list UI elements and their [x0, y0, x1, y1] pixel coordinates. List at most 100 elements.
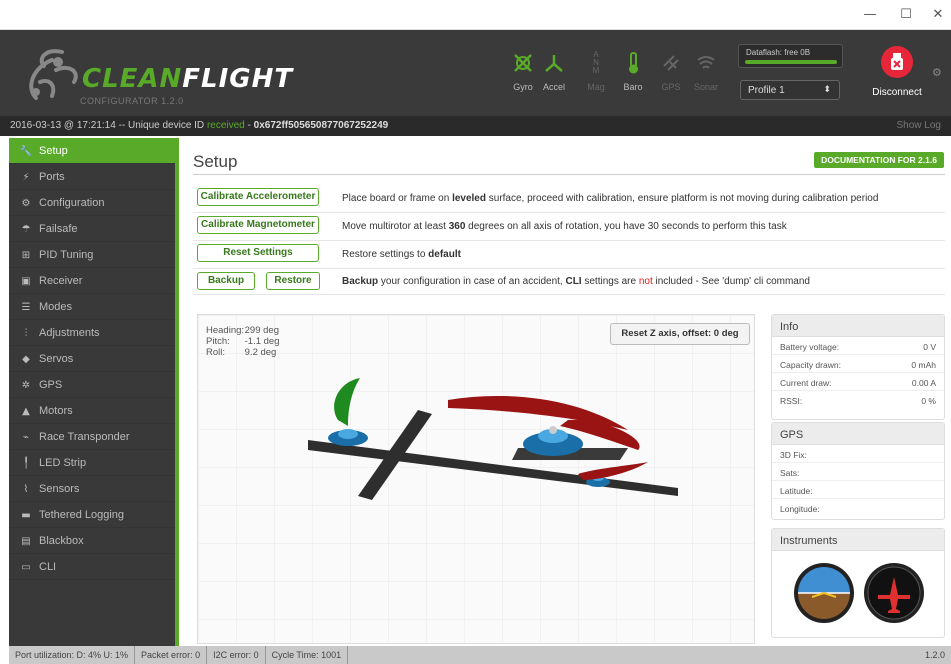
backup-description: Backup your configuration in case of an … [342, 276, 810, 287]
profile-select[interactable]: Profile 1 ⬍ [740, 80, 840, 100]
roll-value: 9.2 deg [244, 347, 277, 358]
dataflash-indicator: Dataflash: free 0B [738, 44, 843, 68]
page-title: Setup [193, 152, 238, 171]
status-separator: - [244, 120, 254, 131]
blackbox-icon: ▤ [21, 536, 31, 547]
calibrate-magnetometer-button[interactable]: Calibrate Magnetometer [197, 216, 319, 234]
heading-indicator-icon [864, 563, 924, 623]
sidebar-item-race-transponder[interactable]: ⌁ Race Transponder [9, 424, 175, 450]
desc-text: Place board or frame on [342, 193, 453, 204]
version-label: 1.2.0 [924, 650, 945, 660]
sidebar-item-cli[interactable]: ▭ CLI [9, 554, 175, 580]
sidebar-item-adjustments[interactable]: ⫶ Adjustments [9, 320, 175, 346]
reset-description: Restore settings to default [342, 249, 461, 260]
packet-error: Packet error: 0 [135, 646, 208, 664]
sidebar-item-ports[interactable]: ⚡ Ports [9, 164, 175, 190]
sidebar-item-gps[interactable]: ✲ GPS [9, 372, 175, 398]
sidebar-item-setup[interactable]: 🔧 Setup [9, 138, 175, 164]
row-divider [193, 212, 945, 213]
desc-bold: leveled [452, 193, 486, 204]
documentation-button[interactable]: DOCUMENTATION FOR 2.1.6 [814, 152, 944, 168]
calibrate-acc-description: Place board or frame on leveled surface,… [342, 193, 878, 204]
sidebar-item-label: Blackbox [39, 535, 84, 547]
disconnect-label: Disconnect [872, 87, 922, 98]
motor-icon: ▲ [22, 406, 30, 417]
sidebar-item-led-strip[interactable]: ╿ LED Strip [9, 450, 175, 476]
sidebar-item-modes[interactable]: ☰ Modes [9, 294, 175, 320]
disconnect-button[interactable]: Disconnect [866, 46, 928, 112]
reset-settings-button[interactable]: Reset Settings [197, 244, 319, 262]
info-label: Current draw: [780, 378, 832, 388]
sidebar-item-servos[interactable]: ◆ Servos [9, 346, 175, 372]
led-icon: ╿ [22, 458, 30, 469]
heading-value: 299 deg [244, 325, 279, 336]
sidebar-item-label: Adjustments [39, 327, 100, 339]
sidebar-item-motors[interactable]: ▲ Motors [9, 398, 175, 424]
dataflash-label: Dataflash: free 0B [746, 48, 811, 57]
maximize-button[interactable]: ☐ [896, 6, 916, 24]
sidebar-item-label: CLI [39, 561, 57, 573]
row-divider [193, 294, 945, 295]
desc-red: not [638, 276, 653, 287]
satellite-icon: ✲ [21, 380, 31, 391]
gps-label: Sats: [780, 468, 800, 478]
desc-text: included - See 'dump' cli command [652, 276, 810, 287]
logo-text: CLEANFLIGHT [82, 64, 293, 94]
status-timestamp: 2016-03-13 @ 17:21:14 -- Unique device I… [10, 120, 207, 131]
pitch-label: Pitch: [206, 336, 230, 347]
reset-z-axis-button[interactable]: Reset Z axis, offset: 0 deg [610, 323, 750, 345]
desc-text: surface, proceed with calibration, ensur… [485, 193, 879, 204]
info-label: Capacity drawn: [780, 360, 841, 370]
servo-icon: ◆ [22, 354, 30, 365]
sidebar-item-blackbox[interactable]: ▤ Blackbox [9, 528, 175, 554]
logo: CLEANFLIGHT CONFIGURATOR 1.2.0 [22, 38, 292, 108]
sensor-gps-label: GPS [661, 82, 681, 92]
usb-icon [881, 46, 913, 78]
sensor-gyro: Gyro [509, 48, 537, 100]
dataflash-bar [745, 60, 837, 64]
gps-panel-title: GPS [772, 423, 944, 445]
gps-label: Longitude: [780, 504, 820, 514]
backup-button[interactable]: Backup [197, 272, 255, 290]
close-button[interactable]: ✕ [928, 6, 948, 24]
sidebar-item-tethered-logging[interactable]: ▬ Tethered Logging [9, 502, 175, 528]
restore-button[interactable]: Restore [266, 272, 320, 290]
sidebar-item-receiver[interactable]: ▣ Receiver [9, 268, 175, 294]
sidebar: 🔧 Setup ⚡ Ports ⚙ Configuration ☂ Failsafe ⊞… [9, 138, 175, 646]
cycle-time: Cycle Time: 1001 [266, 646, 349, 664]
settings-gear-icon[interactable]: ⚙ [932, 66, 942, 79]
logo-text-white: FLIGHT [182, 64, 294, 94]
port-utilization: Port utilization: D: 4% U: 1% [9, 646, 136, 664]
info-row-battery: Battery voltage: 0 V [772, 337, 944, 355]
title-divider [193, 174, 945, 175]
sidebar-item-label: Modes [39, 301, 73, 313]
sidebar-item-pid-tuning[interactable]: ⊞ PID Tuning [9, 242, 175, 268]
info-value: 0 V [923, 342, 936, 352]
sidebar-item-configuration[interactable]: ⚙ Configuration [9, 190, 175, 216]
sensor-sonar-label: Sonar [693, 82, 719, 92]
sonar-icon [697, 56, 715, 69]
parachute-icon: ☂ [21, 224, 31, 235]
show-log-link[interactable]: Show Log [897, 116, 941, 136]
sensor-accel: Accel [540, 48, 568, 100]
sidebar-item-sensors[interactable]: ⌇ Sensors [9, 476, 175, 502]
sidebar-item-failsafe[interactable]: ☂ Failsafe [9, 216, 175, 242]
heading-label: Heading: [206, 325, 245, 336]
gps-panel: GPS 3D Fix: Sats: Latitude: Longitude: [771, 422, 945, 520]
calibrate-mag-description: Move multirotor at least 360 degrees on … [342, 221, 787, 232]
select-arrows-icon: ⬍ [823, 84, 831, 94]
gear-icon: ⚙ [21, 198, 31, 209]
minimize-button[interactable]: — [860, 6, 880, 24]
pitch-value: -1.1 deg [244, 336, 280, 347]
desc-text: settings are [581, 276, 639, 287]
instrument-gauges [794, 563, 924, 623]
sidebar-item-label: Configuration [39, 197, 105, 209]
sensor-gyro-label: Gyro [513, 82, 533, 92]
gyro-icon [514, 54, 532, 72]
instruments-panel: Instruments [771, 528, 945, 638]
sitemap-icon: ⊞ [21, 250, 31, 261]
sensor-gps: GPS [657, 48, 685, 100]
calibrate-accelerometer-button[interactable]: Calibrate Accelerometer [197, 188, 319, 206]
desc-text: Restore settings to [342, 249, 429, 260]
info-value: 0 mAh [911, 360, 936, 370]
